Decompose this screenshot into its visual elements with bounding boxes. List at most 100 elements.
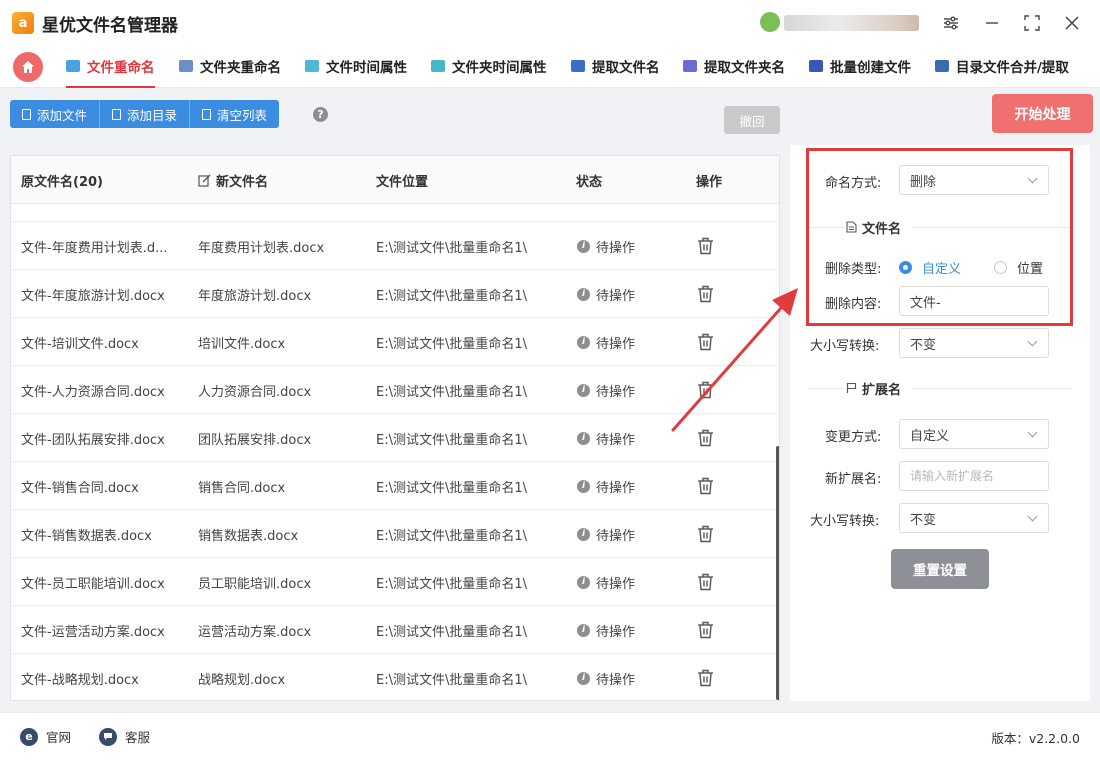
delete-row-button[interactable] [697,510,715,558]
location-cell: E:\测试文件\批量重命名1\ [376,672,528,688]
divider [912,388,1072,389]
nav-bar: 文件重命名 文件夹重命名 文件时间属性 文件夹时间属性 提取文件名 提取文件夹名… [0,46,1100,88]
user-avatar[interactable] [760,12,780,32]
tab-file-time[interactable]: 文件时间属性 [305,46,407,86]
close-icon[interactable] [1059,10,1085,36]
tab-folder-rename-icon [179,60,193,72]
delete-row-button[interactable] [697,222,715,270]
tab-file-rename[interactable]: 文件重命名 [66,46,155,88]
info-icon: i [577,383,590,397]
add-file-button[interactable]: 添加文件 [10,100,101,128]
table-body: 文件-年度费用计划表.d... 年度费用计划表.docx E:\测试文件\批量重命名… [11,204,775,700]
new-filename-cell: 培训文件.docx [198,336,286,352]
table-row[interactable]: 文件-运营活动方案.docx 运营活动方案.docx E:\测试文件\批量重命名1\… [11,606,775,654]
extension-section-title: 扩展名 [846,378,901,398]
original-filename-cell: 文件-员工职能培训.docx [21,576,165,592]
new-ext-input[interactable] [899,461,1049,491]
reset-button[interactable]: 重置设置 [891,549,989,589]
tab-folder-rename[interactable]: 文件夹重命名 [179,46,281,86]
trash-icon [697,573,715,591]
new-filename-cell: 销售合同.docx [198,480,286,496]
case-select[interactable]: 不变 [899,328,1049,358]
delete-row-button[interactable] [697,462,715,510]
flag-icon [846,382,857,393]
trash-icon [697,477,715,495]
title-bar: a 星优文件名管理器 [0,0,1100,46]
table-row[interactable]: 文件-战略规划.docx 战略规划.docx E:\测试文件\批量重命名1\ i 待操作 [11,654,775,700]
header-new-name[interactable]: 新文件名 [198,156,268,204]
location-cell: E:\测试文件\批量重命名1\ [376,480,528,496]
delete-row-button[interactable] [697,606,715,654]
maximize-icon[interactable] [1019,10,1045,36]
trash-icon [697,621,715,639]
tab-extract-filename[interactable]: 提取文件名 [571,46,660,86]
table-row[interactable]: 文件-销售数据表.docx 销售数据表.docx E:\测试文件\批量重命名1\ i 待… [11,510,775,558]
user-name-blurred [784,15,919,31]
file-icon [112,108,122,120]
start-button[interactable]: 开始处理 [992,94,1093,133]
add-dir-button[interactable]: 添加目录 [100,100,191,128]
original-filename-cell: 文件-年度费用计划表.d... [21,240,168,256]
status-cell: i 待操作 [577,510,635,558]
trash-icon [697,525,715,543]
header-location[interactable]: 文件位置 [376,156,428,204]
table-scrollbar-thumb[interactable] [776,446,779,700]
info-icon: i [577,623,590,637]
location-cell: E:\测试文件\批量重命名1\ [376,336,528,352]
table-row-partial [11,204,775,222]
change-mode-select[interactable]: 自定义 [899,419,1049,449]
ext-case-label: 大小写转换: [810,514,880,529]
new-filename-cell: 销售数据表.docx [198,528,299,544]
tab-folder-time[interactable]: 文件夹时间属性 [431,46,547,86]
original-filename-cell: 文件-销售合同.docx [21,480,139,496]
website-link[interactable]: e 官网 [20,727,71,746]
tab-extract-foldername[interactable]: 提取文件夹名 [683,46,785,86]
undo-button[interactable]: 撤回 [724,106,780,134]
trash-icon [202,108,212,120]
home-button[interactable] [13,52,43,82]
tab-dir-merge[interactable]: 目录文件合并/提取 [935,46,1069,86]
header-status[interactable]: 状态 [576,156,602,204]
tab-dir-merge-icon [935,60,949,72]
case-label: 大小写转换: [810,339,880,354]
location-cell: E:\测试文件\批量重命名1\ [376,240,528,256]
chevron-down-icon [1027,511,1038,522]
status-cell: i 待操作 [577,462,635,510]
support-link[interactable]: 客服 [99,727,150,746]
minimize-icon[interactable] [979,10,1005,36]
clear-list-button[interactable]: 清空列表 [190,100,280,128]
trash-icon [697,237,715,255]
table-row[interactable]: 文件-销售合同.docx 销售合同.docx E:\测试文件\批量重命名1\ i 待操作 [11,462,775,510]
chevron-down-icon [1027,427,1038,438]
tab-file-rename-icon [66,60,80,72]
table-row[interactable]: 文件-员工职能培训.docx 员工职能培训.docx E:\测试文件\批量重命名1\… [11,558,775,606]
delete-row-button[interactable] [697,558,715,606]
header-original[interactable]: 原文件名(20) [21,156,103,204]
location-cell: E:\测试文件\批量重命名1\ [376,528,528,544]
help-icon[interactable]: ? [313,107,328,122]
original-filename-cell: 文件-团队拓展安排.docx [21,432,165,448]
info-icon: i [577,239,590,253]
original-filename-cell: 文件-运营活动方案.docx [21,624,165,640]
info-icon: i [577,287,590,301]
highlight-box [806,148,1073,326]
header-action[interactable]: 操作 [696,156,722,204]
settings-icon[interactable] [938,10,964,36]
ie-icon: e [20,727,38,746]
original-filename-cell: 文件-战略规划.docx [21,672,139,688]
original-filename-cell: 文件-销售数据表.docx [21,528,152,544]
table-row[interactable]: 文件-年度费用计划表.d... 年度费用计划表.docx E:\测试文件\批量重命名… [11,222,775,270]
info-icon: i [577,335,590,349]
app-title: 星优文件名管理器 [42,15,178,36]
footer: e 官网 客服 版本：v2.2.0.0 [0,712,1100,760]
new-filename-cell: 团队拓展安排.docx [198,432,312,448]
tab-batch-create[interactable]: 批量创建文件 [809,46,911,86]
delete-row-button[interactable] [697,654,715,700]
ext-case-select[interactable]: 不变 [899,503,1049,533]
new-filename-cell: 战略规划.docx [198,672,286,688]
info-icon: i [577,527,590,541]
tab-extract-foldername-icon [683,60,697,72]
chat-icon [99,727,117,746]
original-filename-cell: 文件-人力资源合同.docx [21,384,165,400]
status-cell: i 待操作 [577,414,635,462]
